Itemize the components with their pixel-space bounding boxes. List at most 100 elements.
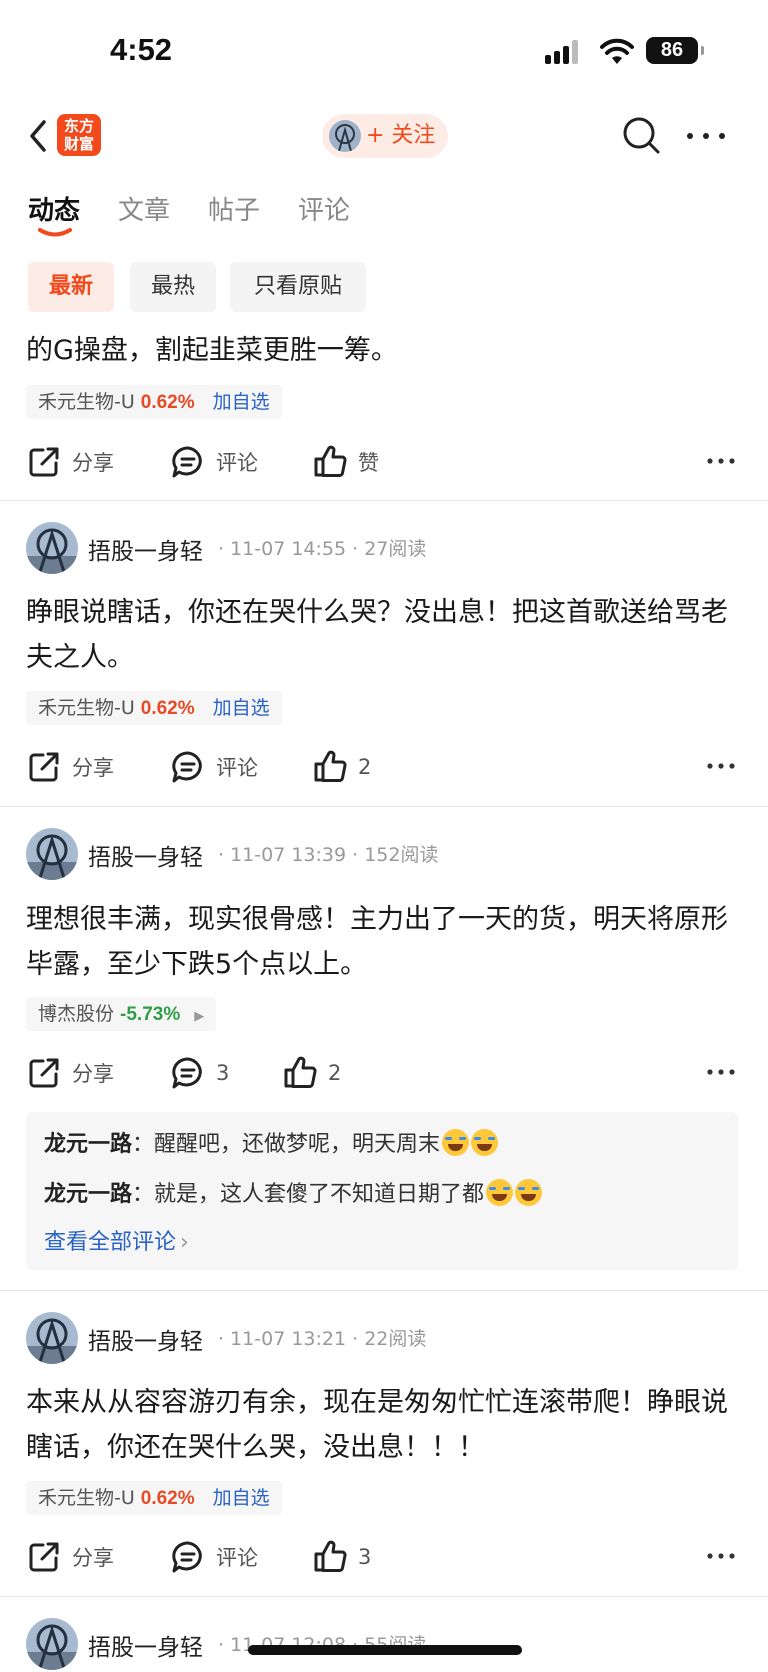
comment-text: 就是，这人套傻了不知道日期了都	[154, 1182, 485, 1207]
comment-preview: 龙元一路：醒醒吧，还做梦呢，明天周末 龙元一路：就是，这人套傻了不知道日期了都 …	[26, 1112, 738, 1270]
more-icon[interactable]	[706, 1549, 736, 1563]
tab-comments[interactable]: 评论	[298, 190, 350, 227]
filter-latest[interactable]: 最新	[28, 262, 114, 312]
share-button[interactable]: 分享	[26, 440, 114, 484]
view-all-comments-link[interactable]: 查看全部评论 ›	[44, 1224, 189, 1256]
author-name[interactable]: 捂股一身轻	[88, 532, 203, 566]
avatar	[329, 120, 361, 152]
wifi-icon	[600, 38, 634, 64]
author-row[interactable]: 捂股一身轻 · 11-07 14:55 · 27阅读	[0, 522, 768, 576]
post-actions: 分享 评论 2	[0, 745, 768, 789]
add-watchlist-link[interactable]: 加自选	[213, 1487, 270, 1509]
post-text[interactable]: 本来从从容容游刃有余，现在是匆匆忙忙连滚带爬！睁眼说瞎话，你还在哭什么哭，没出息…	[26, 1380, 746, 1470]
comment-item[interactable]: 龙元一路：醒醒吧，还做梦呢，明天周末	[44, 1126, 499, 1158]
post-meta: · 11-07 13:39 · 152阅读	[218, 844, 439, 866]
follow-label: + 关注	[366, 123, 436, 148]
post-meta: · 11-07 14:55 · 27阅读	[218, 538, 427, 560]
laughing-crying-emoji-icon	[515, 1179, 543, 1206]
search-icon[interactable]	[620, 114, 662, 156]
avatar[interactable]	[26, 1312, 78, 1364]
share-icon	[29, 1542, 59, 1572]
stock-name: 博杰股份	[38, 1003, 115, 1025]
author-name[interactable]: 捂股一身轻	[88, 1628, 203, 1662]
stock-tag[interactable]: 博杰股份 -5.73% ▶	[26, 997, 217, 1031]
tab-posts[interactable]: 帖子	[208, 190, 260, 227]
comment-item[interactable]: 龙元一路：就是，这人套傻了不知道日期了都	[44, 1176, 543, 1208]
home-indicator[interactable]	[248, 1645, 522, 1655]
like-button[interactable]: 2	[312, 745, 371, 789]
comment-icon	[172, 751, 202, 783]
status-bar: 4:52 86	[0, 0, 768, 100]
stock-name: 禾元生物-U	[38, 697, 135, 719]
comment-author[interactable]: 龙元一路	[44, 1182, 132, 1207]
comment-author[interactable]: 龙元一路	[44, 1132, 132, 1157]
post-text[interactable]: 的G操盘，割起韭菜更胜一筹。	[26, 328, 746, 373]
comment-icon	[172, 1057, 202, 1089]
laughing-crying-emoji-icon	[442, 1129, 470, 1156]
chevron-right-icon: ›	[180, 1230, 189, 1255]
tab-activity[interactable]: 动态	[28, 190, 80, 227]
chevron-right-icon: ▶	[194, 1009, 205, 1024]
post-text[interactable]: 理想很丰满，现实很骨感！主力出了一天的货，明天将原形毕露，至少下跌5个点以上。	[26, 897, 746, 987]
like-icon	[314, 1540, 347, 1572]
avatar[interactable]	[26, 522, 78, 574]
comment-button[interactable]: 评论	[170, 745, 258, 789]
author-row[interactable]: 捂股一身轻 · 11-07 13:21 · 22阅读	[0, 1312, 768, 1366]
status-time: 4:52	[110, 32, 173, 67]
comment-button[interactable]: 评论	[170, 440, 258, 484]
author-name[interactable]: 捂股一身轻	[88, 838, 203, 872]
more-icon[interactable]	[706, 454, 736, 468]
divider	[0, 1596, 768, 1597]
app-logo[interactable]: 东方 财富	[57, 114, 101, 156]
share-button[interactable]: 分享	[26, 745, 114, 789]
profile-tabs: 动态 文章 帖子 评论	[0, 190, 768, 245]
comment-button[interactable]: 评论	[170, 1535, 258, 1579]
filter-bar: 最新 最热 只看原贴	[0, 262, 768, 314]
battery-indicator: 86	[646, 37, 704, 64]
post-actions: 分享 评论 3	[0, 1535, 768, 1579]
divider	[0, 806, 768, 807]
add-watchlist-link[interactable]: 加自选	[213, 697, 270, 719]
stock-change: 0.62%	[140, 1488, 195, 1509]
like-button[interactable]: 2	[282, 1051, 341, 1095]
filter-original-only[interactable]: 只看原贴	[230, 262, 366, 312]
more-icon[interactable]	[684, 128, 728, 144]
active-tab-indicator	[38, 228, 72, 237]
post-actions: 分享 3 2	[0, 1051, 768, 1095]
signal-icon	[545, 40, 583, 64]
comment-button[interactable]: 3	[170, 1051, 229, 1095]
divider	[0, 1290, 768, 1291]
comment-icon	[172, 1541, 202, 1573]
filter-hot[interactable]: 最热	[130, 262, 216, 312]
back-icon[interactable]	[24, 114, 52, 158]
like-button[interactable]: 赞	[312, 440, 379, 484]
like-icon	[314, 445, 347, 477]
share-button[interactable]: 分享	[26, 1051, 114, 1095]
avatar[interactable]	[26, 1618, 78, 1670]
post-text[interactable]: 睁眼说瞎话，你还在哭什么哭？没出息！把这首歌送给骂老夫之人。	[26, 590, 746, 680]
stock-change: -5.73%	[120, 1004, 181, 1025]
author-row[interactable]: 捂股一身轻 · 11-07 13:39 · 152阅读	[0, 828, 768, 882]
stock-change: 0.62%	[140, 392, 195, 413]
nav-bar: 东方 财富 + 关注	[0, 100, 768, 172]
author-name[interactable]: 捂股一身轻	[88, 1322, 203, 1356]
share-icon	[29, 447, 59, 477]
comment-text: 醒醒吧，还做梦呢，明天周末	[154, 1132, 441, 1157]
more-icon[interactable]	[706, 1065, 736, 1079]
stock-name: 禾元生物-U	[38, 391, 135, 413]
follow-button[interactable]: + 关注	[322, 114, 448, 158]
tab-articles[interactable]: 文章	[118, 190, 170, 227]
share-icon	[29, 752, 59, 782]
share-button[interactable]: 分享	[26, 1535, 114, 1579]
like-icon	[314, 750, 347, 782]
stock-tag[interactable]: 禾元生物-U 0.62% 加自选	[26, 1481, 282, 1515]
stock-tag[interactable]: 禾元生物-U 0.62% 加自选	[26, 691, 282, 725]
avatar[interactable]	[26, 828, 78, 880]
more-icon[interactable]	[706, 759, 736, 773]
stock-tag[interactable]: 禾元生物-U 0.62% 加自选	[26, 385, 282, 419]
share-icon	[29, 1058, 59, 1088]
post-meta: · 11-07 13:21 · 22阅读	[218, 1328, 427, 1350]
like-button[interactable]: 3	[312, 1535, 371, 1579]
laughing-crying-emoji-icon	[471, 1129, 499, 1156]
add-watchlist-link[interactable]: 加自选	[213, 391, 270, 413]
